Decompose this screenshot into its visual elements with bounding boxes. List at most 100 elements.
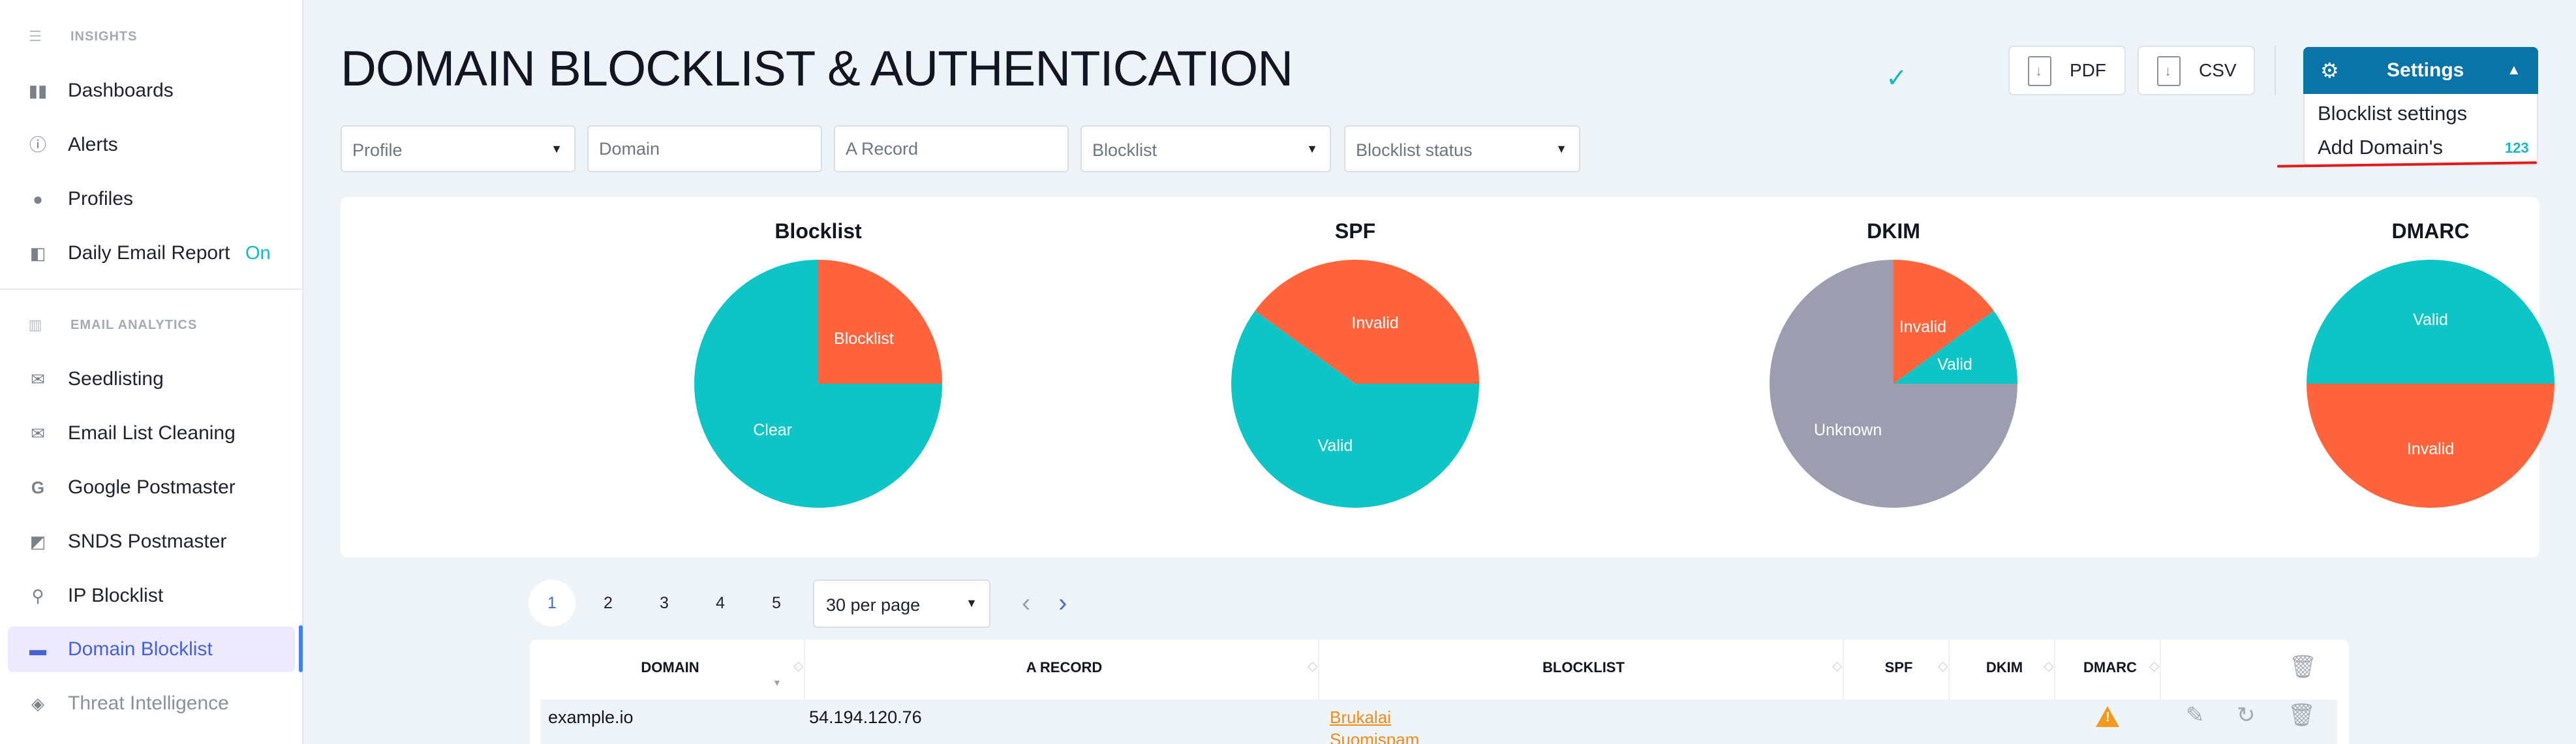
mail-icon: ✉ (31, 369, 45, 389)
column-header-spf[interactable]: SPF (1849, 659, 1948, 676)
sidebar-item-label: Profiles (68, 188, 134, 209)
report-icon: ◧ (29, 243, 46, 263)
spf-pie: Valid Invalid (1231, 260, 1479, 508)
user-icon: ● (33, 189, 43, 209)
profile-select[interactable]: Profile ▼ (341, 125, 575, 172)
pie-label-invalid: Invalid (1351, 314, 1398, 332)
bulk-delete-icon[interactable]: 🗑 (2289, 654, 2317, 680)
per-page-value: 30 per page (826, 595, 921, 615)
sidebar-item-label: IP Blocklist (68, 585, 164, 606)
sidebar-item-seedlisting[interactable]: ✉ Seedlisting (8, 356, 295, 402)
sidebar-item-label: Daily Email Report (68, 242, 230, 264)
column-header-a-record[interactable]: A RECORD (810, 659, 1318, 676)
caret-down-icon: ▼ (1306, 142, 1318, 155)
sidebar-item-email-list-cleaning[interactable]: ✉ Email List Cleaning (8, 411, 295, 456)
page-5-button[interactable]: 5 (753, 580, 800, 627)
page-4-button[interactable]: 4 (697, 580, 744, 627)
page-title: DOMAIN BLOCKLIST & AUTHENTICATION (341, 41, 1293, 97)
column-header-dkim[interactable]: DKIM (1955, 659, 2054, 676)
blocklist-status-select[interactable]: Blocklist status ▼ (1344, 125, 1580, 172)
file-download-icon (2028, 56, 2051, 86)
pie-label-blocklist: Blocklist (834, 330, 894, 348)
sidebar-item-snds-postmaster[interactable]: ◩ SNDS Postmaster (8, 519, 295, 565)
sidebar-item-alerts[interactable]: ⓘ Alerts (8, 122, 295, 168)
check-icon: ✓ (1886, 64, 1908, 93)
profile-select-value: Profile (352, 140, 403, 160)
cell-a-record: 54.194.120.76 (809, 707, 922, 727)
chart-title: DMARC (2391, 219, 2470, 243)
column-header-domain[interactable]: DOMAIN (608, 659, 732, 676)
a-record-field-wrapper (834, 125, 1069, 172)
sidebar-item-ip-blocklist[interactable]: ⚲ IP Blocklist (8, 573, 295, 619)
domain-count-badge: 123 (2505, 140, 2529, 156)
sidebar-item-label: Google Postmaster (68, 476, 236, 498)
gear-icon: ⚙ (2320, 59, 2339, 82)
active-indicator (299, 625, 303, 672)
column-header-blocklist[interactable]: BLOCKLIST (1325, 659, 1843, 676)
page-1-button[interactable]: 1 (529, 580, 575, 627)
pdf-export-button[interactable]: PDF (2008, 46, 2126, 95)
sidebar-divider (0, 288, 303, 290)
blocklist-select-value: Blocklist (1092, 140, 1158, 160)
sidebar-item-daily-email-report[interactable]: ◧ Daily Email Report On (8, 230, 295, 276)
outlook-icon: ◩ (29, 532, 46, 551)
charts-panel: Blocklist Blocklist Clear SPF Valid Invali… (341, 197, 2554, 557)
pie-label-invalid: Invalid (2407, 440, 2454, 458)
pie-label-unknown: Unknown (1814, 421, 1882, 439)
chevron-left-icon[interactable]: ‹ (1022, 586, 1030, 620)
caret-down-icon: ▼ (551, 142, 562, 155)
caret-down-icon: ▼ (1556, 142, 1567, 155)
chart-icon: ▥ (28, 317, 42, 333)
analytics-header-label: EMAIL ANALYTICS (70, 317, 198, 332)
sidebar-item-profiles[interactable]: ● Profiles (8, 176, 295, 222)
sidebar-item-label: SNDS Postmaster (68, 531, 227, 552)
bar-chart-icon: ▮▮ (28, 81, 48, 101)
sidebar-item-domain-blocklist[interactable]: ▬ Domain Blocklist (8, 627, 295, 672)
insights-header-label: INSIGHTS (70, 29, 138, 44)
blocklist-select[interactable]: Blocklist ▼ (1081, 125, 1331, 172)
sidebar-item-label: Seedlisting (68, 368, 164, 390)
file-download-icon (2157, 56, 2181, 86)
layers-icon: ◈ (31, 694, 44, 713)
page-3-button[interactable]: 3 (641, 580, 688, 627)
sidebar-item-google-postmaster[interactable]: G Google Postmaster (8, 465, 295, 510)
pie-label-invalid: Invalid (1899, 318, 1946, 336)
sort-icon[interactable]: ◇ (793, 658, 803, 674)
caret-down-icon: ▼ (966, 597, 977, 610)
per-page-select[interactable]: 30 per page ▼ (813, 580, 990, 628)
csv-export-button[interactable]: CSV (2138, 46, 2255, 95)
edit-icon[interactable]: ✎ (2186, 702, 2205, 728)
column-header-dmarc[interactable]: DMARC (2061, 659, 2160, 676)
sidebar-item-label: Alerts (68, 134, 118, 155)
warning-icon (2096, 706, 2119, 727)
sort-desc-icon[interactable]: ▼ (773, 677, 782, 688)
pie-label-valid: Valid (1937, 355, 1972, 373)
pie-label-clear: Clear (753, 421, 792, 439)
mail-icon: ✉ (31, 424, 45, 443)
chart-title: Blocklist (774, 219, 862, 243)
settings-button[interactable]: ⚙ Settings ▲ (2303, 47, 2538, 94)
chevron-up-icon: ▲ (2507, 61, 2521, 78)
menu-item-blocklist-settings[interactable]: Blocklist settings (2318, 102, 2467, 125)
domain-icon: ▬ (29, 640, 46, 659)
pin-icon: ⚲ (31, 586, 44, 606)
delete-icon[interactable]: 🗑 (2288, 702, 2316, 728)
refresh-icon[interactable]: ↻ (2237, 702, 2256, 728)
chart-title: SPF (1334, 219, 1376, 243)
settings-label: Settings (2387, 59, 2464, 81)
info-icon: ⓘ (29, 135, 46, 155)
settings-dropdown-menu: Blocklist settings Add Domain's 123 (2303, 94, 2538, 166)
sidebar-item-threat-intelligence[interactable]: ◈ Threat Intelligence (8, 681, 295, 726)
chevron-right-icon[interactable]: › (1058, 586, 1067, 620)
a-record-input[interactable] (835, 127, 1067, 171)
blocklist-link[interactable]: Brukalai (1330, 707, 1391, 728)
blocklist-link[interactable]: Suomispam (1330, 730, 1419, 744)
chart-title: DKIM (1867, 219, 1920, 243)
page-2-button[interactable]: 2 (585, 580, 632, 627)
google-icon: G (31, 478, 45, 497)
pie-label-valid: Valid (1318, 437, 1353, 455)
menu-item-add-domains[interactable]: Add Domain's (2318, 136, 2443, 159)
domain-field-wrapper (587, 125, 822, 172)
sidebar-item-dashboards[interactable]: ▮▮ Dashboards (8, 68, 295, 114)
domain-input[interactable] (589, 127, 821, 171)
